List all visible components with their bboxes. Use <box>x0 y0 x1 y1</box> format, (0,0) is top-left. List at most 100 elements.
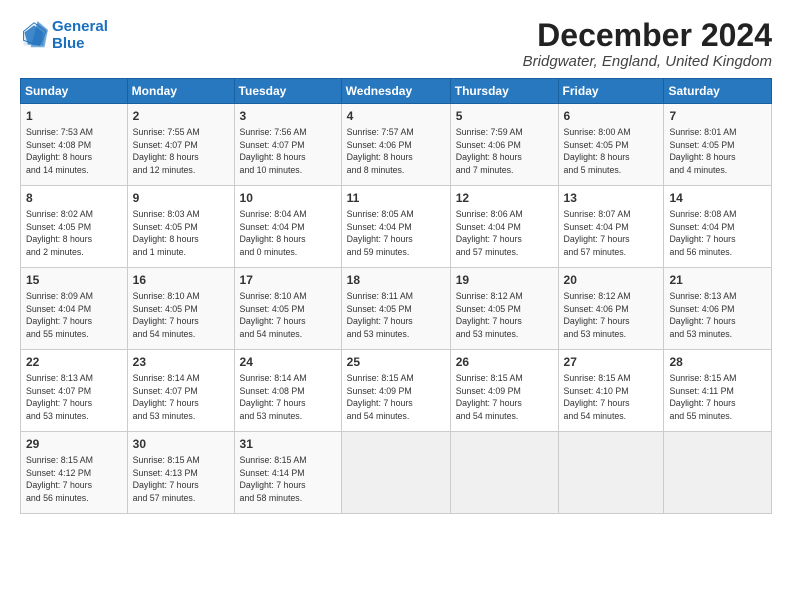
calendar-cell: 12Sunrise: 8:06 AM Sunset: 4:04 PM Dayli… <box>450 186 558 268</box>
calendar-cell: 22Sunrise: 8:13 AM Sunset: 4:07 PM Dayli… <box>21 350 128 432</box>
day-info: Sunrise: 8:14 AM Sunset: 4:07 PM Dayligh… <box>133 372 229 423</box>
calendar-cell: 14Sunrise: 8:08 AM Sunset: 4:04 PM Dayli… <box>664 186 772 268</box>
calendar-header-sunday: Sunday <box>21 79 128 104</box>
day-info: Sunrise: 8:13 AM Sunset: 4:06 PM Dayligh… <box>669 290 766 341</box>
day-info: Sunrise: 8:07 AM Sunset: 4:04 PM Dayligh… <box>564 208 659 259</box>
day-info: Sunrise: 8:03 AM Sunset: 4:05 PM Dayligh… <box>133 208 229 259</box>
day-number: 2 <box>133 108 229 125</box>
day-number: 27 <box>564 354 659 371</box>
calendar-cell: 19Sunrise: 8:12 AM Sunset: 4:05 PM Dayli… <box>450 268 558 350</box>
day-number: 29 <box>26 436 122 453</box>
day-info: Sunrise: 7:59 AM Sunset: 4:06 PM Dayligh… <box>456 126 553 177</box>
day-number: 6 <box>564 108 659 125</box>
calendar-cell: 27Sunrise: 8:15 AM Sunset: 4:10 PM Dayli… <box>558 350 664 432</box>
day-number: 24 <box>240 354 336 371</box>
calendar-cell: 25Sunrise: 8:15 AM Sunset: 4:09 PM Dayli… <box>341 350 450 432</box>
title-section: December 2024 Bridgwater, England, Unite… <box>523 18 772 70</box>
calendar-cell: 16Sunrise: 8:10 AM Sunset: 4:05 PM Dayli… <box>127 268 234 350</box>
calendar-header-friday: Friday <box>558 79 664 104</box>
day-info: Sunrise: 8:06 AM Sunset: 4:04 PM Dayligh… <box>456 208 553 259</box>
calendar-cell: 29Sunrise: 8:15 AM Sunset: 4:12 PM Dayli… <box>21 432 128 514</box>
calendar-cell: 6Sunrise: 8:00 AM Sunset: 4:05 PM Daylig… <box>558 104 664 186</box>
calendar-header-saturday: Saturday <box>664 79 772 104</box>
day-number: 31 <box>240 436 336 453</box>
calendar-cell: 30Sunrise: 8:15 AM Sunset: 4:13 PM Dayli… <box>127 432 234 514</box>
day-info: Sunrise: 8:08 AM Sunset: 4:04 PM Dayligh… <box>669 208 766 259</box>
subtitle: Bridgwater, England, United Kingdom <box>523 53 772 70</box>
logo-icon <box>20 21 48 49</box>
day-number: 15 <box>26 272 122 289</box>
calendar-cell <box>558 432 664 514</box>
day-info: Sunrise: 8:11 AM Sunset: 4:05 PM Dayligh… <box>347 290 445 341</box>
day-info: Sunrise: 7:57 AM Sunset: 4:06 PM Dayligh… <box>347 126 445 177</box>
calendar-week-row: 29Sunrise: 8:15 AM Sunset: 4:12 PM Dayli… <box>21 432 772 514</box>
calendar-cell: 11Sunrise: 8:05 AM Sunset: 4:04 PM Dayli… <box>341 186 450 268</box>
logo-text: General Blue <box>52 18 108 53</box>
day-info: Sunrise: 8:15 AM Sunset: 4:11 PM Dayligh… <box>669 372 766 423</box>
calendar-table: SundayMondayTuesdayWednesdayThursdayFrid… <box>20 78 772 514</box>
calendar-week-row: 22Sunrise: 8:13 AM Sunset: 4:07 PM Dayli… <box>21 350 772 432</box>
calendar-week-row: 15Sunrise: 8:09 AM Sunset: 4:04 PM Dayli… <box>21 268 772 350</box>
day-info: Sunrise: 8:12 AM Sunset: 4:05 PM Dayligh… <box>456 290 553 341</box>
calendar-week-row: 8Sunrise: 8:02 AM Sunset: 4:05 PM Daylig… <box>21 186 772 268</box>
calendar-cell: 23Sunrise: 8:14 AM Sunset: 4:07 PM Dayli… <box>127 350 234 432</box>
calendar-cell: 1Sunrise: 7:53 AM Sunset: 4:08 PM Daylig… <box>21 104 128 186</box>
day-info: Sunrise: 8:15 AM Sunset: 4:12 PM Dayligh… <box>26 454 122 505</box>
day-info: Sunrise: 8:00 AM Sunset: 4:05 PM Dayligh… <box>564 126 659 177</box>
calendar-cell: 10Sunrise: 8:04 AM Sunset: 4:04 PM Dayli… <box>234 186 341 268</box>
day-number: 30 <box>133 436 229 453</box>
day-number: 21 <box>669 272 766 289</box>
calendar-header-thursday: Thursday <box>450 79 558 104</box>
day-number: 5 <box>456 108 553 125</box>
day-number: 25 <box>347 354 445 371</box>
day-info: Sunrise: 8:15 AM Sunset: 4:09 PM Dayligh… <box>347 372 445 423</box>
page: General Blue December 2024 Bridgwater, E… <box>0 0 792 612</box>
main-title: December 2024 <box>523 18 772 53</box>
calendar-cell: 18Sunrise: 8:11 AM Sunset: 4:05 PM Dayli… <box>341 268 450 350</box>
day-number: 18 <box>347 272 445 289</box>
day-number: 16 <box>133 272 229 289</box>
day-number: 3 <box>240 108 336 125</box>
calendar-cell: 31Sunrise: 8:15 AM Sunset: 4:14 PM Dayli… <box>234 432 341 514</box>
calendar-cell: 8Sunrise: 8:02 AM Sunset: 4:05 PM Daylig… <box>21 186 128 268</box>
calendar-cell: 9Sunrise: 8:03 AM Sunset: 4:05 PM Daylig… <box>127 186 234 268</box>
day-number: 1 <box>26 108 122 125</box>
day-info: Sunrise: 7:53 AM Sunset: 4:08 PM Dayligh… <box>26 126 122 177</box>
day-number: 12 <box>456 190 553 207</box>
calendar-cell: 17Sunrise: 8:10 AM Sunset: 4:05 PM Dayli… <box>234 268 341 350</box>
calendar-header-row: SundayMondayTuesdayWednesdayThursdayFrid… <box>21 79 772 104</box>
calendar-cell: 2Sunrise: 7:55 AM Sunset: 4:07 PM Daylig… <box>127 104 234 186</box>
calendar-cell: 15Sunrise: 8:09 AM Sunset: 4:04 PM Dayli… <box>21 268 128 350</box>
day-info: Sunrise: 8:14 AM Sunset: 4:08 PM Dayligh… <box>240 372 336 423</box>
day-info: Sunrise: 8:15 AM Sunset: 4:09 PM Dayligh… <box>456 372 553 423</box>
calendar-cell <box>450 432 558 514</box>
calendar-cell: 4Sunrise: 7:57 AM Sunset: 4:06 PM Daylig… <box>341 104 450 186</box>
calendar-cell: 5Sunrise: 7:59 AM Sunset: 4:06 PM Daylig… <box>450 104 558 186</box>
calendar-cell: 24Sunrise: 8:14 AM Sunset: 4:08 PM Dayli… <box>234 350 341 432</box>
calendar-cell <box>341 432 450 514</box>
day-info: Sunrise: 8:10 AM Sunset: 4:05 PM Dayligh… <box>240 290 336 341</box>
day-number: 8 <box>26 190 122 207</box>
calendar-cell: 3Sunrise: 7:56 AM Sunset: 4:07 PM Daylig… <box>234 104 341 186</box>
day-number: 28 <box>669 354 766 371</box>
calendar-header-monday: Monday <box>127 79 234 104</box>
day-number: 19 <box>456 272 553 289</box>
calendar-header-tuesday: Tuesday <box>234 79 341 104</box>
day-info: Sunrise: 8:02 AM Sunset: 4:05 PM Dayligh… <box>26 208 122 259</box>
day-number: 7 <box>669 108 766 125</box>
calendar-cell <box>664 432 772 514</box>
day-info: Sunrise: 8:15 AM Sunset: 4:10 PM Dayligh… <box>564 372 659 423</box>
day-info: Sunrise: 7:55 AM Sunset: 4:07 PM Dayligh… <box>133 126 229 177</box>
day-number: 20 <box>564 272 659 289</box>
day-info: Sunrise: 8:10 AM Sunset: 4:05 PM Dayligh… <box>133 290 229 341</box>
calendar-header-wednesday: Wednesday <box>341 79 450 104</box>
day-number: 23 <box>133 354 229 371</box>
day-info: Sunrise: 8:01 AM Sunset: 4:05 PM Dayligh… <box>669 126 766 177</box>
calendar-cell: 28Sunrise: 8:15 AM Sunset: 4:11 PM Dayli… <box>664 350 772 432</box>
day-info: Sunrise: 8:15 AM Sunset: 4:14 PM Dayligh… <box>240 454 336 505</box>
day-info: Sunrise: 7:56 AM Sunset: 4:07 PM Dayligh… <box>240 126 336 177</box>
day-number: 26 <box>456 354 553 371</box>
day-number: 11 <box>347 190 445 207</box>
day-number: 10 <box>240 190 336 207</box>
day-number: 4 <box>347 108 445 125</box>
